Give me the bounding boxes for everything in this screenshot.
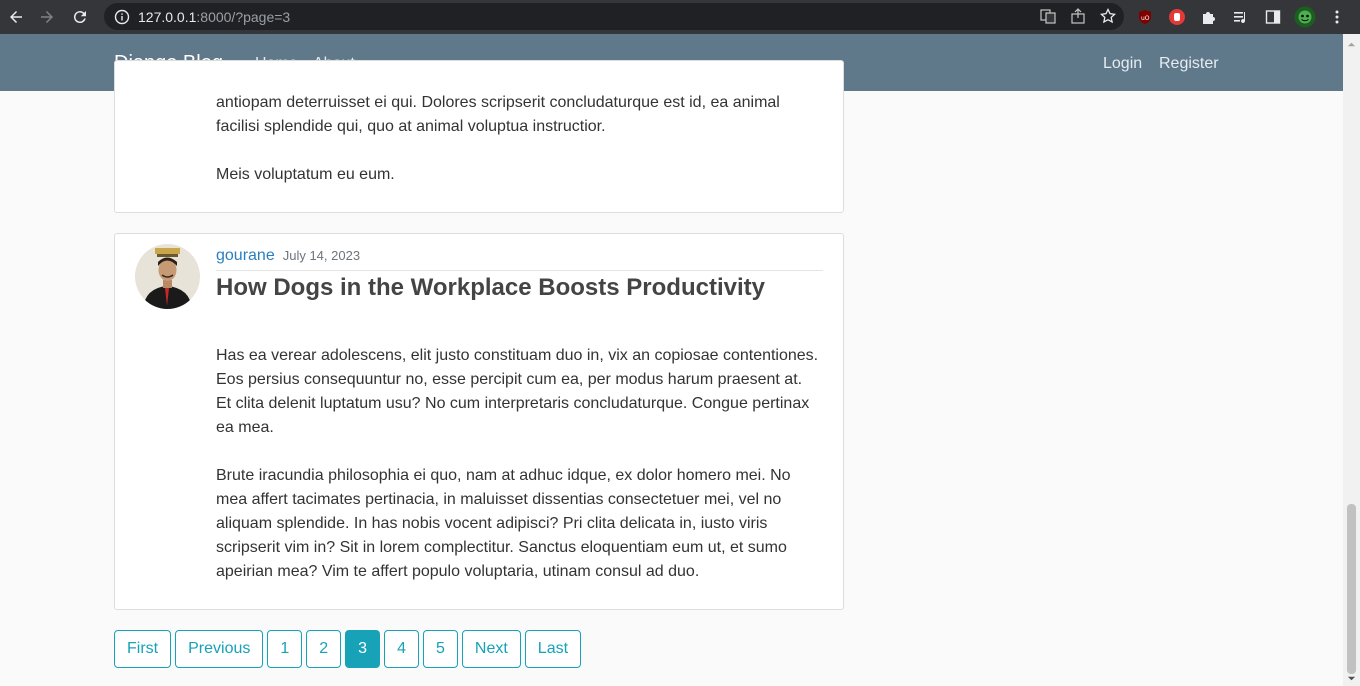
- side-panel-icon[interactable]: [1262, 6, 1284, 28]
- back-icon[interactable]: [0, 1, 32, 33]
- page-4-button[interactable]: 4: [384, 630, 419, 668]
- page-last-button[interactable]: Last: [524, 630, 582, 668]
- page-1-button[interactable]: 1: [267, 630, 303, 668]
- scrollbar-thumb[interactable]: [1347, 504, 1356, 674]
- post-date: July 14, 2023: [282, 248, 361, 263]
- nav-link-register[interactable]: Register: [1159, 55, 1219, 73]
- vertical-scrollbar[interactable]: [1343, 34, 1360, 686]
- scroll-down-arrow-icon[interactable]: [1347, 674, 1356, 683]
- article-metadata: gourane July 14, 2023: [216, 247, 823, 271]
- forward-icon[interactable]: [31, 1, 63, 33]
- article-card: antiopam deterruisset ei qui. Dolores sc…: [114, 60, 844, 213]
- scroll-up-arrow-icon[interactable]: [1347, 40, 1356, 49]
- article-paragraph: Meis voluptatum eu eum.: [216, 166, 395, 183]
- info-icon[interactable]: [114, 9, 130, 25]
- article-card: gourane July 14, 2023 How Dogs in the Wor…: [114, 233, 844, 610]
- puzzle-icon[interactable]: [1198, 6, 1220, 28]
- ublock-icon[interactable]: uO: [1134, 6, 1156, 28]
- nav-link-login[interactable]: Login: [1103, 55, 1142, 73]
- share-icon[interactable]: [1070, 8, 1086, 24]
- article-title-link[interactable]: How Dogs in the Workplace Boosts Product…: [216, 274, 765, 302]
- reload-icon[interactable]: [64, 1, 96, 33]
- svg-text:uO: uO: [1141, 15, 1150, 22]
- page-3-button-current[interactable]: 3: [345, 630, 381, 668]
- reading-list-icon[interactable]: [1230, 6, 1252, 28]
- article-paragraph: Has ea verear adolescens, elit justo con…: [216, 347, 819, 436]
- profile-avatar-icon[interactable]: [1294, 6, 1316, 28]
- page-5-button[interactable]: 5: [422, 630, 458, 668]
- article-paragraph: antiopam deterruisset ei qui. Dolores sc…: [216, 94, 780, 135]
- bookmark-star-icon[interactable]: [1100, 8, 1116, 24]
- translate-icon[interactable]: [1040, 8, 1056, 24]
- author-link[interactable]: gourane: [216, 247, 275, 264]
- extension-red-icon[interactable]: [1166, 6, 1188, 28]
- browser-toolbar: 127.0.0.1:8000/?page=3 uO: [0, 0, 1360, 34]
- page-first-button[interactable]: First: [114, 630, 172, 668]
- page-next-button[interactable]: Next: [461, 630, 521, 668]
- author-avatar: [135, 244, 200, 309]
- url-text: 127.0.0.1:8000/?page=3: [138, 8, 291, 25]
- article-paragraph: Brute iracundia philosophia ei quo, nam …: [216, 467, 791, 580]
- address-bar[interactable]: 127.0.0.1:8000/?page=3: [104, 3, 1124, 30]
- page-2-button[interactable]: 2: [306, 630, 342, 668]
- kebab-menu-icon[interactable]: [1326, 6, 1348, 28]
- page-previous-button[interactable]: Previous: [175, 630, 264, 668]
- pagination: First Previous 1 2 3 4 5 Next Last: [114, 630, 582, 668]
- extensions-area: uO: [1134, 0, 1348, 34]
